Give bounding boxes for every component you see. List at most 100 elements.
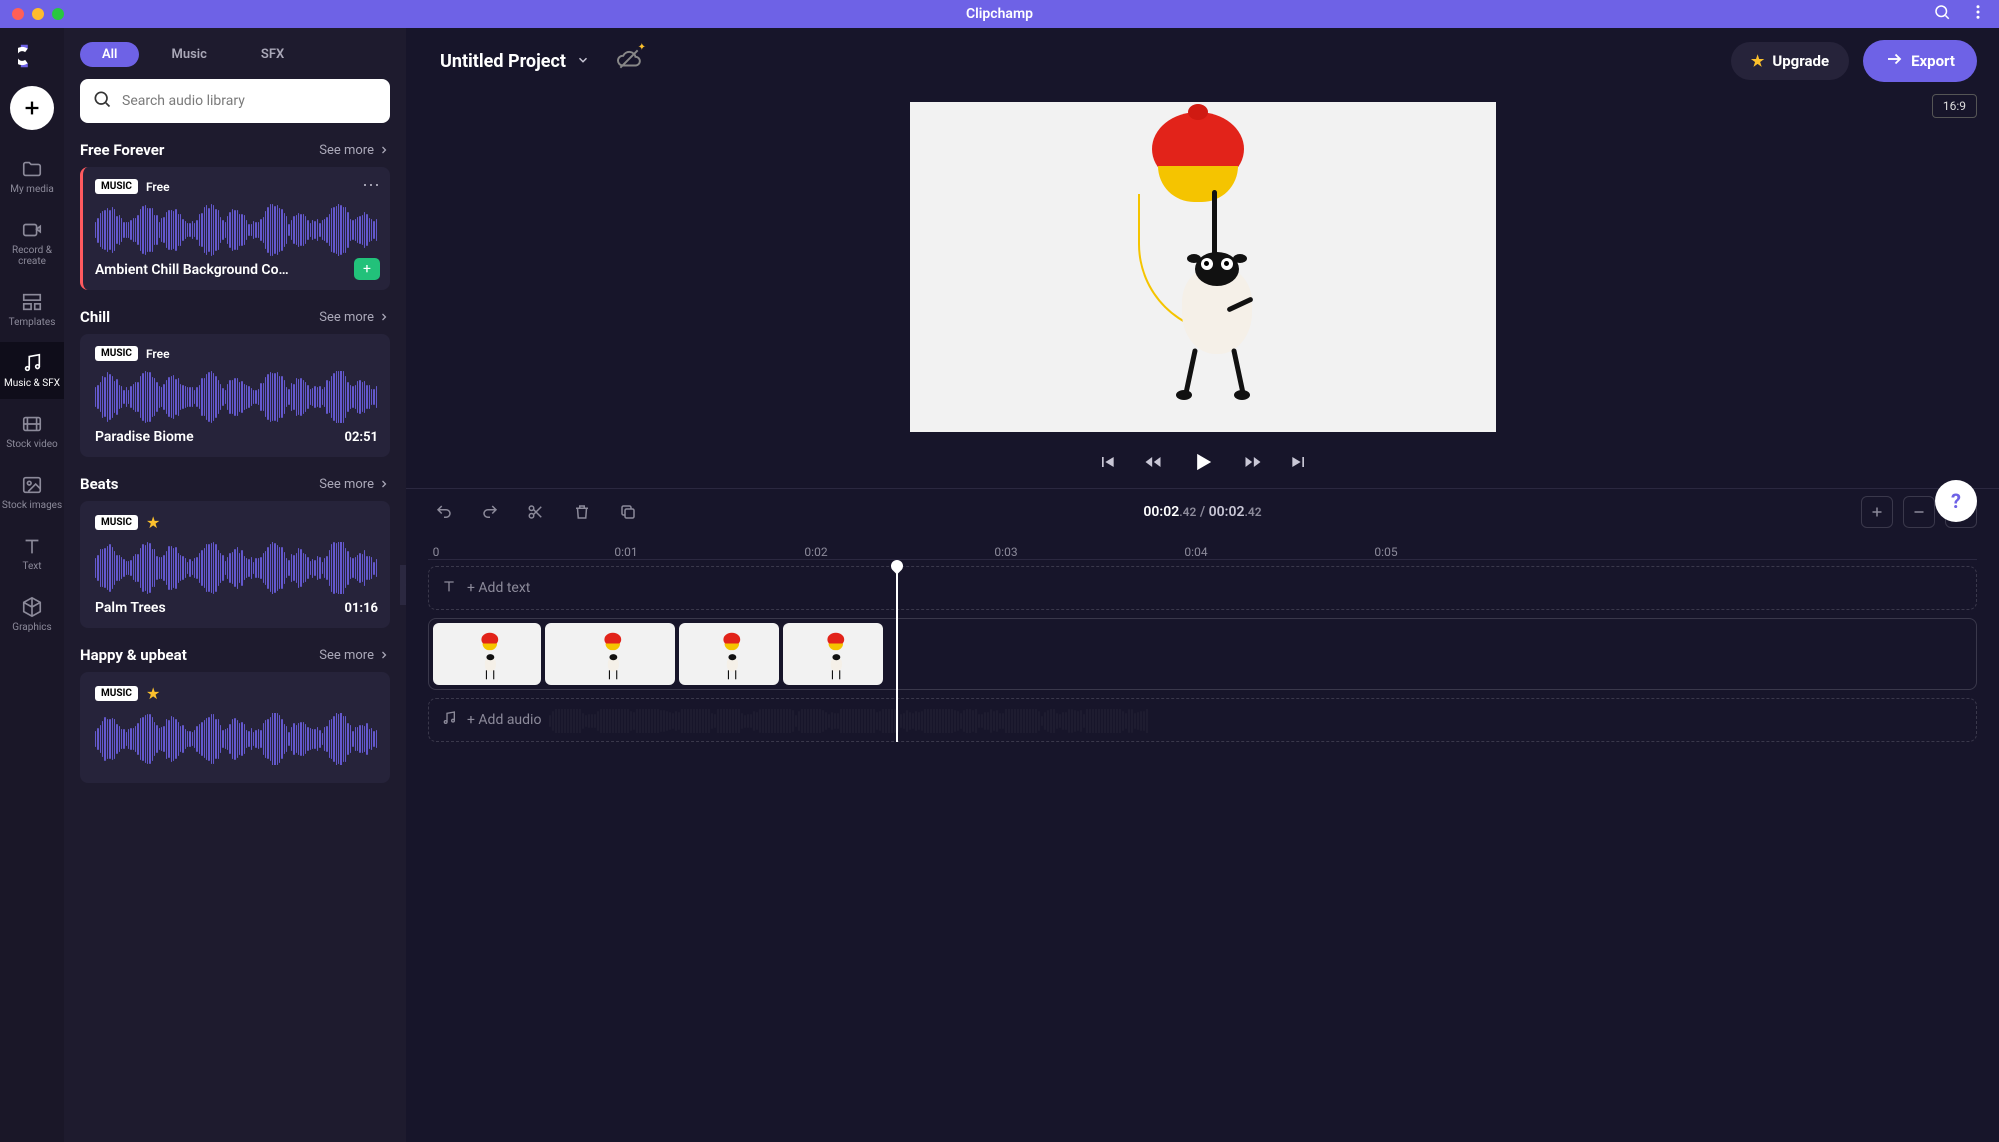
library-section-head: Beats See more <box>80 475 390 493</box>
arrow-right-icon <box>1885 50 1903 72</box>
skip-start-button[interactable] <box>1097 452 1117 472</box>
free-badge: Free <box>146 180 170 194</box>
music-icon <box>441 710 457 730</box>
time-current-frac: .42 <box>1179 505 1196 519</box>
track-card[interactable]: MUSIC★ Palm Trees 01:16 <box>80 501 390 628</box>
add-track-button[interactable]: + <box>354 258 380 280</box>
video-clip[interactable] <box>433 623 541 685</box>
export-button[interactable]: Export <box>1863 40 1977 82</box>
library-section-head: Free Forever See more <box>80 141 390 159</box>
ruler-tick: 0:04 <box>1184 545 1207 559</box>
rewind-button[interactable] <box>1143 452 1163 472</box>
star-icon: ★ <box>1751 52 1764 70</box>
track-card[interactable]: MUSIC★ <box>80 672 390 783</box>
rail-item-my-media[interactable]: My media <box>0 148 64 205</box>
collapse-panel-button[interactable] <box>400 565 406 605</box>
upgrade-button[interactable]: ★ Upgrade <box>1731 42 1849 80</box>
editor-topbar: Untitled Project ✦ ★ Upgrade Expor <box>406 28 1999 94</box>
music-tag: MUSIC <box>95 515 138 530</box>
undo-button[interactable] <box>428 496 460 528</box>
track-waveform <box>95 542 378 594</box>
track-card[interactable]: MUSICFree ⋯ Ambient Chill Background Co…… <box>80 167 390 290</box>
see-more-link[interactable]: See more <box>319 648 390 663</box>
rail-item-record-create[interactable]: Record & create <box>0 209 64 277</box>
project-title-dropdown[interactable]: Untitled Project <box>428 45 602 78</box>
zoom-out-button[interactable] <box>1903 496 1935 528</box>
see-more-link[interactable]: See more <box>319 310 390 325</box>
track-more-button[interactable]: ⋯ <box>362 175 380 196</box>
section-title: Chill <box>80 308 110 326</box>
window-controls <box>12 8 64 20</box>
track-tags: MUSIC Free <box>95 179 378 194</box>
playback-controls <box>1097 448 1309 476</box>
preview-canvas[interactable] <box>910 102 1496 432</box>
rail-item-stock-video[interactable]: Stock video <box>0 403 64 460</box>
playhead[interactable] <box>896 566 898 742</box>
track-name: Palm Trees <box>95 600 166 616</box>
delete-button[interactable] <box>566 496 598 528</box>
play-button[interactable] <box>1189 448 1217 476</box>
rail-label: Music & SFX <box>4 378 60 389</box>
titlebar-more-icon[interactable] <box>1969 3 1987 25</box>
window-minimize-button[interactable] <box>32 8 44 20</box>
rail-item-stock-images[interactable]: Stock images <box>0 464 64 521</box>
music-tag: MUSIC <box>95 179 138 194</box>
split-button[interactable] <box>520 496 552 528</box>
rail-label: Templates <box>9 317 56 328</box>
rail-item-music-sfx[interactable]: Music & SFX <box>0 342 64 399</box>
ruler-tick: 0:02 <box>804 545 827 559</box>
prop-ball-knob <box>1188 104 1208 120</box>
aspect-ratio-badge[interactable]: 16:9 <box>1932 94 1977 118</box>
video-clip[interactable] <box>545 623 675 685</box>
track-duration: 01:16 <box>345 601 379 616</box>
library-search-input[interactable] <box>122 93 378 109</box>
sparkle-icon: ✦ <box>638 42 646 53</box>
skip-end-button[interactable] <box>1289 452 1309 472</box>
preview-area: 16:9 <box>406 94 1999 488</box>
zoom-in-button[interactable] <box>1861 496 1893 528</box>
rail-item-text[interactable]: Text <box>0 525 64 582</box>
forward-button[interactable] <box>1243 452 1263 472</box>
track-tags: MUSIC★ <box>95 513 378 532</box>
add-media-button[interactable] <box>10 86 54 130</box>
track-card[interactable]: MUSICFree Paradise Biome 02:51 <box>80 334 390 457</box>
timeline[interactable]: 00:010:020:030:040:05 + Add text <box>406 534 1999 1142</box>
ruler-tick: 0 <box>433 545 440 559</box>
rail-label: Text <box>22 561 41 572</box>
library-tab-sfx[interactable]: SFX <box>239 42 306 67</box>
timeline-ruler[interactable]: 00:010:020:030:040:05 <box>428 534 1977 560</box>
library-search[interactable] <box>80 79 390 123</box>
help-label: ? <box>1951 489 1961 513</box>
rail-label: Stock images <box>2 500 62 511</box>
premium-star-icon: ★ <box>146 684 160 703</box>
see-more-link[interactable]: See more <box>319 143 390 158</box>
app-logo-icon <box>14 38 50 74</box>
app-title: Clipchamp <box>966 6 1033 22</box>
cloud-sync-icon[interactable]: ✦ <box>616 46 642 76</box>
video-track[interactable] <box>428 618 1977 690</box>
time-total: 00:02 <box>1209 504 1245 520</box>
redo-button[interactable] <box>474 496 506 528</box>
rail-item-graphics[interactable]: Graphics <box>0 586 64 643</box>
section-title: Beats <box>80 475 118 493</box>
duplicate-button[interactable] <box>612 496 644 528</box>
library-section-head: Chill See more <box>80 308 390 326</box>
library-tab-all[interactable]: All <box>80 42 139 67</box>
see-more-link[interactable]: See more <box>319 477 390 492</box>
section-title: Happy & upbeat <box>80 646 187 664</box>
titlebar-search-icon[interactable] <box>1933 3 1951 25</box>
help-button[interactable]: ? <box>1935 480 1977 522</box>
text-track-placeholder: + Add text <box>467 580 530 596</box>
audio-track[interactable]: + Add audio <box>428 698 1977 742</box>
library-tab-music[interactable]: Music <box>149 42 228 67</box>
window-fullscreen-button[interactable] <box>52 8 64 20</box>
track-waveform <box>95 713 378 765</box>
rail-label: Graphics <box>12 622 51 633</box>
time-total-frac: .42 <box>1244 505 1261 519</box>
video-clip[interactable] <box>783 623 883 685</box>
ruler-tick: 0:05 <box>1374 545 1397 559</box>
rail-item-templates[interactable]: Templates <box>0 281 64 338</box>
text-track[interactable]: + Add text <box>428 566 1977 610</box>
video-clip[interactable] <box>679 623 779 685</box>
window-close-button[interactable] <box>12 8 24 20</box>
